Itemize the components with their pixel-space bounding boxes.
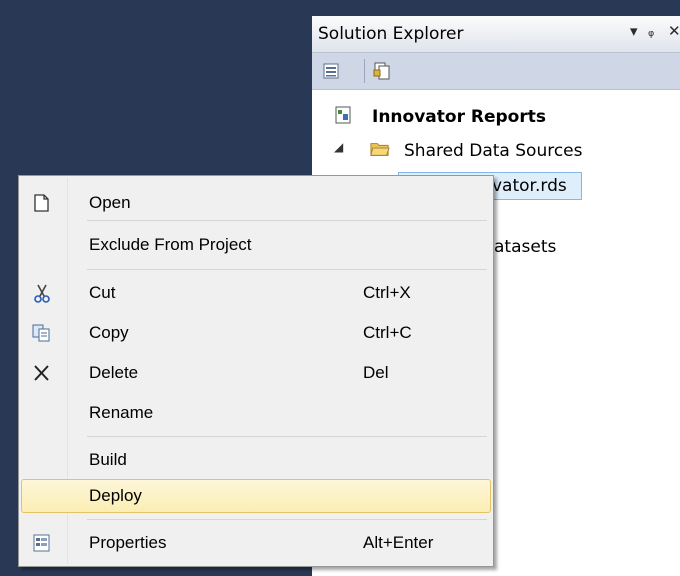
menu-item-shortcut: Alt+Enter xyxy=(363,533,434,552)
dropdown-icon[interactable]: ▾ xyxy=(630,22,638,40)
context-menu: Open Exclude From Project Cut Ctrl+X Cop… xyxy=(18,175,494,567)
menu-item-exclude-from-project[interactable]: Exclude From Project xyxy=(21,228,491,262)
menu-item-open[interactable]: Open xyxy=(21,186,491,220)
folder-open-icon xyxy=(370,143,390,156)
tree-item-shared-data-sources[interactable]: Shared Data Sources xyxy=(404,138,583,164)
cut-icon xyxy=(34,284,50,303)
delete-icon xyxy=(34,365,49,381)
menu-item-label: Rename xyxy=(89,403,154,422)
menu-item-properties[interactable]: Properties Alt+Enter xyxy=(21,526,491,560)
menu-item-copy[interactable]: Copy Ctrl+C xyxy=(21,316,491,350)
menu-item-label: Build xyxy=(89,450,127,469)
properties-icon xyxy=(33,534,50,552)
tree-item-selected-file-label: vator.rds xyxy=(492,176,567,196)
menu-item-shortcut: Del xyxy=(363,363,389,382)
close-icon[interactable]: ✕ xyxy=(668,22,680,40)
show-all-files-icon[interactable] xyxy=(372,62,392,80)
solution-explorer-title-bar: Solution Explorer ▾ ᵩ ✕ xyxy=(312,16,680,53)
menu-item-label: Delete xyxy=(89,363,139,382)
solution-explorer-toolbar xyxy=(312,53,680,90)
properties-icon[interactable] xyxy=(322,62,342,80)
menu-separator xyxy=(87,269,487,270)
open-icon xyxy=(34,194,49,212)
menu-item-cut[interactable]: Cut Ctrl+X xyxy=(21,276,491,310)
menu-separator xyxy=(87,519,487,520)
toolbar-separator xyxy=(364,59,365,83)
menu-item-build[interactable]: Build xyxy=(21,443,491,477)
menu-item-shortcut: Ctrl+C xyxy=(363,323,412,342)
menu-item-label: Deploy xyxy=(89,486,142,505)
menu-item-shortcut: Ctrl+X xyxy=(363,283,411,302)
tree-item-datasets[interactable]: atasets xyxy=(494,234,556,260)
report-project-icon xyxy=(335,106,351,124)
copy-icon xyxy=(32,324,50,342)
menu-item-deploy[interactable]: Deploy xyxy=(21,479,491,513)
menu-separator xyxy=(87,436,487,437)
panel-title: Solution Explorer xyxy=(318,24,464,44)
menu-separator xyxy=(87,220,487,221)
menu-item-label: Cut xyxy=(89,283,116,302)
menu-item-label: Open xyxy=(89,193,131,212)
menu-item-label: Properties xyxy=(89,533,167,552)
menu-item-label: Copy xyxy=(89,323,129,342)
expander-icon[interactable]: ◢ xyxy=(334,140,343,154)
menu-item-label: Exclude From Project xyxy=(89,235,252,254)
menu-item-rename[interactable]: Rename xyxy=(21,396,491,430)
tree-item-project[interactable]: Innovator Reports xyxy=(372,104,546,130)
menu-item-delete[interactable]: Delete Del xyxy=(21,356,491,390)
pin-icon[interactable]: ᵩ xyxy=(648,22,654,40)
